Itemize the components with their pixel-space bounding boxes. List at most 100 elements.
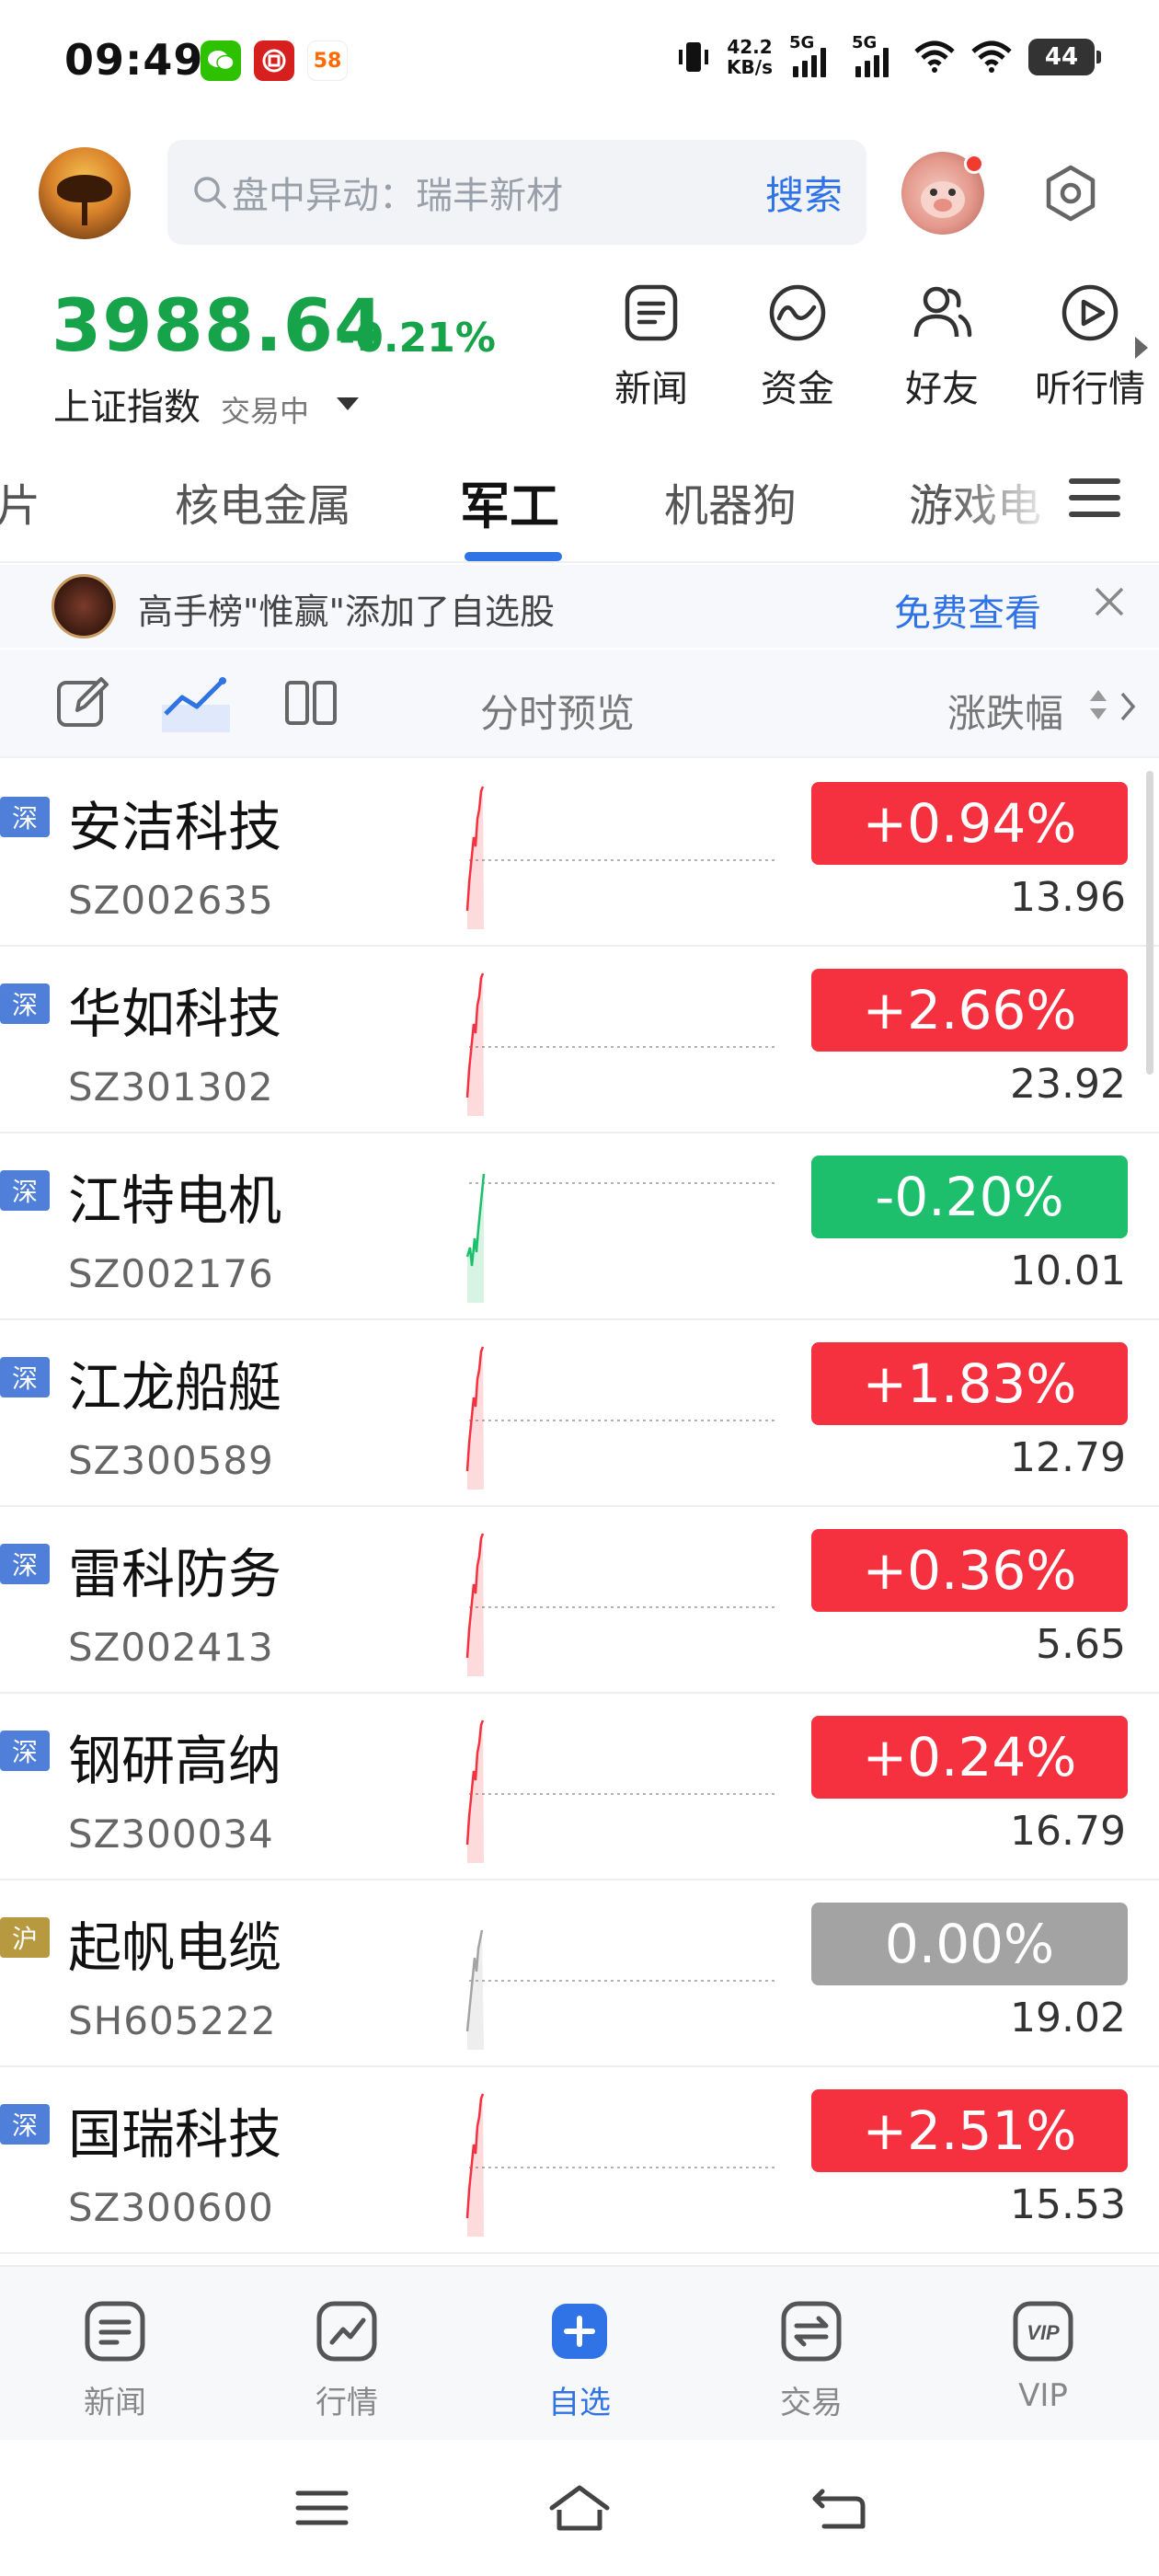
play-icon bbox=[1061, 284, 1119, 341]
nav-trade[interactable]: 交易 bbox=[747, 2294, 876, 2422]
status-app-icons: 58 bbox=[201, 40, 348, 81]
tab-military[interactable]: 军工 bbox=[460, 466, 559, 538]
stock-row[interactable]: 深 江龙船艇 SZ300589 +1.83% 12.79 bbox=[0, 1320, 1159, 1507]
quick-link-fund-label: 资金 bbox=[761, 368, 834, 410]
stock-code: SZ002635 bbox=[68, 878, 274, 923]
sparkline-area bbox=[467, 1720, 484, 1863]
nav-market[interactable]: 行情 bbox=[282, 2294, 411, 2422]
tab-chips[interactable]: 芯片 bbox=[0, 469, 40, 534]
stock-name: 安洁科技 bbox=[68, 796, 282, 858]
change-badge[interactable]: +1.83% bbox=[811, 1342, 1128, 1425]
stock-row[interactable]: 深 雷科防务 SZ002413 +0.36% 5.65 bbox=[0, 1507, 1159, 1694]
stock-row[interactable]: 深 安洁科技 SZ002635 +0.94% 13.96 bbox=[0, 760, 1159, 947]
quick-link-listen[interactable]: 听行情 bbox=[1030, 280, 1150, 412]
sparkline-area bbox=[467, 2094, 484, 2237]
stock-price: 12.79 bbox=[1010, 1434, 1126, 1481]
change-badge[interactable]: +2.51% bbox=[811, 2089, 1128, 2172]
quick-link-fund[interactable]: 资金 bbox=[742, 280, 853, 412]
stock-name: 国瑞科技 bbox=[68, 2103, 282, 2166]
home-icon[interactable] bbox=[546, 2482, 613, 2534]
sort-by-change-button[interactable]: 涨跌幅 bbox=[947, 683, 1063, 739]
vip-nav-icon: VIP bbox=[1013, 2301, 1073, 2362]
stock-price: 13.96 bbox=[1010, 874, 1126, 921]
menu-icon[interactable] bbox=[293, 2482, 351, 2534]
intraday-preview-label: 分时预览 bbox=[480, 691, 636, 736]
stock-price: 16.79 bbox=[1010, 1808, 1126, 1855]
notice-view-free-link[interactable]: 免费查看 bbox=[894, 583, 1041, 637]
quick-link-friends-label: 好友 bbox=[905, 368, 979, 410]
intraday-chart-icon[interactable] bbox=[162, 673, 230, 732]
stock-row[interactable]: 深 华如科技 SZ301302 +2.66% 23.92 bbox=[0, 947, 1159, 1133]
wechat-icon bbox=[201, 40, 241, 81]
settings-icon[interactable] bbox=[1039, 162, 1102, 224]
scroll-right-icon[interactable] bbox=[1135, 337, 1148, 359]
user-avatar[interactable] bbox=[39, 147, 131, 239]
notification-dot bbox=[964, 154, 984, 174]
nav-watchlist[interactable]: 自选 bbox=[515, 2294, 644, 2422]
nav-trade-label: 交易 bbox=[780, 2385, 843, 2421]
bottom-nav: 新闻 行情 自选 交易 VIP VIP bbox=[0, 2265, 1159, 2440]
intraday-sparkline bbox=[465, 786, 777, 929]
stock-name: 华如科技 bbox=[68, 983, 282, 1045]
trade-nav-icon bbox=[781, 2301, 842, 2362]
stock-row[interactable]: 深 国瑞科技 SZ300600 +2.51% 15.53 bbox=[0, 2067, 1159, 2254]
edit-icon[interactable] bbox=[53, 673, 112, 732]
quick-link-friends[interactable]: 好友 bbox=[887, 280, 997, 412]
58-app-icon: 58 bbox=[307, 40, 348, 81]
system-nav-bar bbox=[0, 2440, 1159, 2576]
market-tag: 深 bbox=[0, 2104, 50, 2145]
nav-vip[interactable]: VIP VIP bbox=[979, 2294, 1107, 2414]
change-badge[interactable]: +0.36% bbox=[811, 1529, 1128, 1612]
sparkline-area bbox=[467, 1930, 484, 2050]
sparkline-area bbox=[467, 787, 484, 929]
index-name[interactable]: 上证指数 bbox=[53, 377, 201, 431]
sparkline-area bbox=[467, 1347, 484, 1489]
watchlist: 深 安洁科技 SZ002635 +0.94% 13.96 深 华如科技 SZ30… bbox=[0, 760, 1159, 2254]
close-icon[interactable] bbox=[1091, 583, 1128, 620]
stock-row[interactable]: 深 江特电机 SZ002176 -0.20% 10.01 bbox=[0, 1133, 1159, 1320]
watchlist-add-icon bbox=[552, 2304, 607, 2359]
change-badge[interactable]: 0.00% bbox=[811, 1903, 1128, 1985]
stock-name: 江龙船艇 bbox=[68, 1356, 282, 1419]
tab-robot-dog[interactable]: 机器狗 bbox=[664, 469, 797, 534]
category-tabs: 芯片 核电金属 军工 机器狗 游戏电 bbox=[0, 432, 1159, 563]
quick-link-news[interactable]: 新闻 bbox=[596, 280, 706, 412]
intraday-sparkline bbox=[465, 1929, 777, 2050]
index-dropdown-icon[interactable] bbox=[337, 397, 359, 410]
tabs-menu-icon[interactable] bbox=[1069, 478, 1120, 521]
notice-text: 高手榜"惟赢"添加了自选股 bbox=[138, 592, 555, 632]
change-badge[interactable]: +0.24% bbox=[811, 1716, 1128, 1799]
assistant-avatar[interactable] bbox=[901, 152, 984, 235]
index-value[interactable]: 3988.64 bbox=[52, 285, 384, 368]
search-button[interactable]: 搜索 bbox=[765, 165, 843, 221]
wifi-icon bbox=[914, 40, 955, 73]
stock-row[interactable]: 深 钢研高纳 SZ300034 +0.24% 16.79 bbox=[0, 1694, 1159, 1880]
search-bar[interactable]: 盘中异动：瑞丰新材 搜索 bbox=[167, 140, 866, 245]
list-scrollbar[interactable] bbox=[1146, 771, 1153, 1075]
market-tag: 沪 bbox=[0, 1917, 50, 1958]
vibrate-icon bbox=[679, 42, 709, 72]
intraday-sparkline bbox=[465, 1533, 777, 1676]
stock-code: SZ002413 bbox=[68, 1625, 274, 1670]
change-badge[interactable]: +2.66% bbox=[811, 969, 1128, 1052]
nav-news[interactable]: 新闻 bbox=[51, 2294, 179, 2422]
sort-arrows-icon[interactable] bbox=[1087, 686, 1109, 723]
change-badge[interactable]: -0.20% bbox=[811, 1156, 1128, 1238]
back-icon[interactable] bbox=[809, 2482, 868, 2534]
chevron-right-icon[interactable] bbox=[1117, 688, 1139, 725]
intraday-sparkline bbox=[465, 1346, 777, 1489]
stock-name: 起帆电缆 bbox=[68, 1916, 282, 1979]
tab-nuclear-metals[interactable]: 核电金属 bbox=[175, 469, 351, 534]
market-tag: 深 bbox=[0, 1544, 50, 1584]
network-speed: 42.2 KB/s bbox=[727, 37, 773, 77]
stock-row[interactable]: 沪 起帆电缆 SH605222 0.00% 19.02 bbox=[0, 1880, 1159, 2067]
column-view-icon[interactable] bbox=[281, 673, 340, 732]
market-tag: 深 bbox=[0, 1357, 50, 1397]
market-tag: 深 bbox=[0, 1170, 50, 1211]
stock-code: SH605222 bbox=[68, 1998, 277, 2043]
stock-code: SZ300600 bbox=[68, 2185, 274, 2230]
sparkline-area bbox=[467, 973, 484, 1116]
change-badge[interactable]: +0.94% bbox=[811, 782, 1128, 865]
quick-link-listen-label: 听行情 bbox=[1035, 368, 1145, 410]
status-time: 09:49 bbox=[64, 35, 204, 85]
